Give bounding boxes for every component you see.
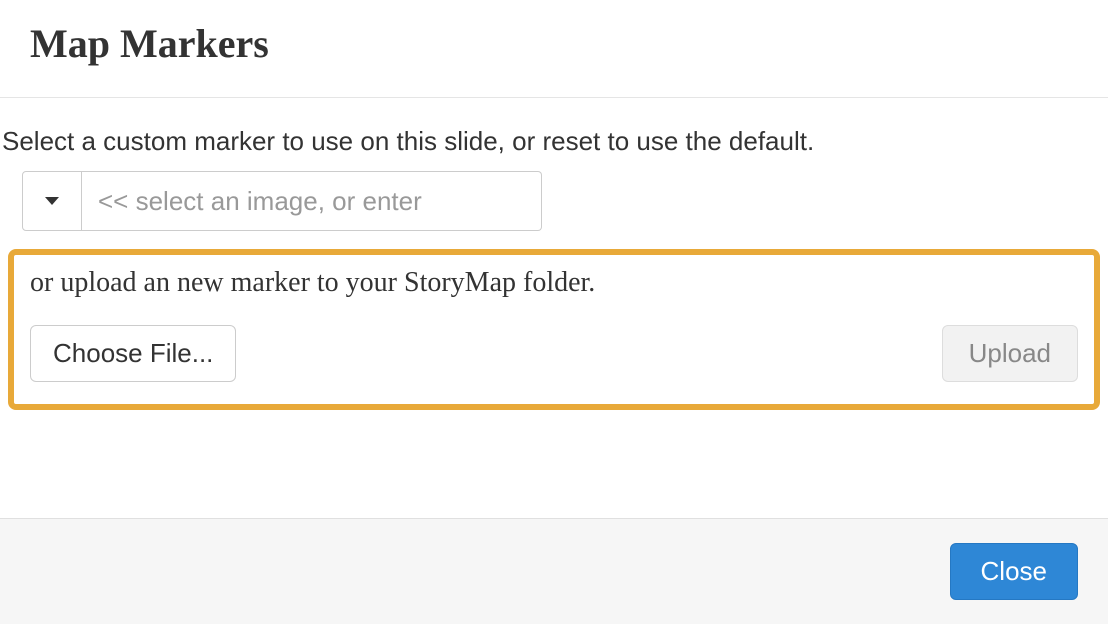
upload-controls-row: Choose File... Upload <box>30 325 1078 382</box>
marker-select-row <box>22 171 1078 231</box>
choose-file-button[interactable]: Choose File... <box>30 325 236 382</box>
dialog-title: Map Markers <box>30 20 1078 67</box>
dialog-footer: Close <box>0 518 1108 624</box>
upload-button[interactable]: Upload <box>942 325 1078 382</box>
upload-instruction-text: or upload an new marker to your StoryMap… <box>30 267 1078 299</box>
select-instruction-text: Select a custom marker to use on this sl… <box>2 126 1078 157</box>
dialog-body: Select a custom marker to use on this sl… <box>0 98 1108 430</box>
caret-down-icon <box>45 197 59 205</box>
close-button[interactable]: Close <box>950 543 1078 600</box>
marker-select-input[interactable] <box>82 171 542 231</box>
upload-section-highlight: or upload an new marker to your StoryMap… <box>8 249 1100 410</box>
dialog-header: Map Markers <box>0 0 1108 97</box>
marker-dropdown-toggle[interactable] <box>22 171 82 231</box>
